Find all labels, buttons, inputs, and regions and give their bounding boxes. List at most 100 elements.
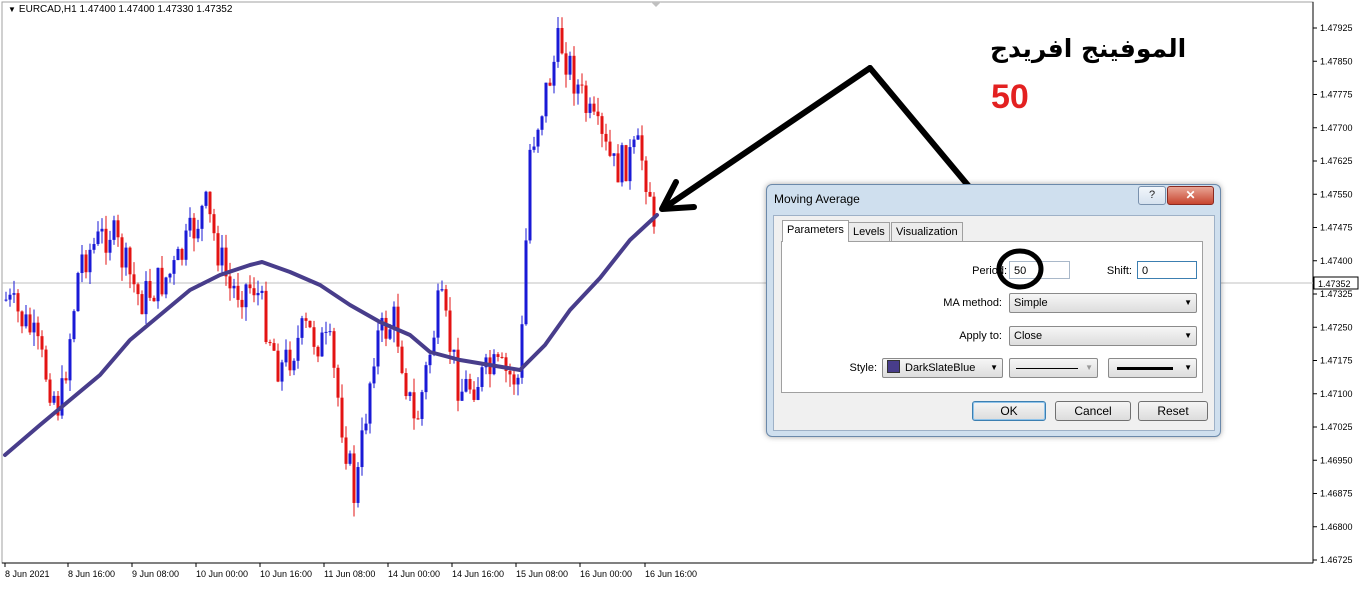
candle-body: [44, 349, 48, 380]
candle-body: [608, 141, 612, 156]
candle-body: [556, 28, 560, 62]
candle-body: [436, 290, 440, 338]
candle-body: [440, 289, 444, 291]
candle-body: [164, 277, 168, 295]
candle-body: [560, 28, 564, 54]
current-price-label: 1.47352: [1318, 279, 1351, 289]
candle-body: [180, 248, 184, 260]
time-tick-label: 9 Jun 08:00: [132, 569, 179, 579]
candle-body: [100, 228, 104, 232]
reset-button[interactable]: Reset: [1138, 401, 1208, 421]
candle-body: [196, 228, 200, 239]
candle-body: [192, 217, 196, 239]
candle-body: [140, 294, 144, 315]
tab-parameters[interactable]: Parameters: [782, 220, 849, 242]
price-tick-label: 1.47025: [1320, 422, 1353, 432]
candle-body: [476, 386, 480, 400]
ma-method-value: Simple: [1014, 297, 1048, 309]
style-color-value: DarkSlateBlue: [905, 362, 976, 374]
candle-body: [12, 293, 16, 295]
candle-body: [248, 284, 252, 289]
candle-body: [516, 377, 520, 385]
ok-button[interactable]: OK: [972, 401, 1046, 421]
candle-body: [568, 55, 572, 75]
candle-body: [448, 310, 452, 352]
candle-body: [384, 317, 388, 339]
candle-body: [24, 314, 28, 327]
price-tick-label: 1.47100: [1320, 389, 1353, 399]
candle-body: [572, 55, 576, 94]
candle-body: [212, 214, 216, 234]
apply-to-select[interactable]: Close ▼: [1009, 326, 1197, 346]
candle-body: [84, 254, 88, 273]
candle-body: [596, 111, 600, 117]
shift-input[interactable]: 0: [1137, 261, 1197, 279]
candle-body: [604, 133, 608, 142]
candle-body: [408, 392, 412, 397]
candle-body: [464, 378, 468, 392]
candle-body: [524, 240, 528, 325]
cancel-button[interactable]: Cancel: [1055, 401, 1131, 421]
candle-body: [28, 314, 32, 333]
style-color-select[interactable]: DarkSlateBlue ▼: [882, 358, 1003, 378]
candle-body: [512, 374, 516, 385]
candle-body: [372, 366, 376, 384]
candle-body: [172, 260, 176, 274]
candle-body: [116, 220, 120, 238]
candle-body: [472, 389, 476, 400]
close-button[interactable]: ✕: [1167, 186, 1214, 205]
period-label: Period:: [972, 265, 1007, 277]
price-axis: 1.47925 1.47850 1.47775 1.47700 1.47625 1.475…: [1313, 23, 1353, 565]
candle-body: [360, 430, 364, 468]
period-input[interactable]: 50: [1009, 261, 1070, 279]
candle-body: [368, 383, 372, 424]
line-width-select[interactable]: ▼: [1108, 358, 1197, 378]
price-tick-label: 1.46875: [1320, 489, 1353, 499]
time-tick-label: 10 Jun 00:00: [196, 569, 248, 579]
candle-body: [88, 249, 92, 273]
tab-visualization[interactable]: Visualization: [891, 222, 963, 241]
candle-body: [624, 145, 628, 182]
candle-body: [208, 191, 212, 215]
candle-body: [444, 289, 448, 311]
chart-menu-icon[interactable]: ▼: [8, 5, 16, 14]
candle-body: [356, 467, 360, 503]
candle-body: [332, 331, 336, 368]
candle-body: [272, 343, 276, 351]
ma-method-select[interactable]: Simple ▼: [1009, 293, 1197, 313]
candle-body: [336, 367, 340, 398]
ma-method-label: MA method:: [943, 297, 1002, 309]
candle-body: [628, 147, 632, 182]
candle-body: [564, 53, 568, 75]
candle-body: [536, 129, 540, 147]
candle-body: [184, 230, 188, 260]
candle-body: [268, 342, 272, 344]
candle-body: [364, 423, 368, 431]
candle-body: [280, 362, 284, 382]
candle-body: [304, 318, 308, 321]
candle-body: [540, 116, 544, 130]
candle-body: [288, 349, 292, 371]
parameters-panel: Period: 50 Shift: 0 MA method: Simple ▼ A…: [781, 241, 1203, 393]
candle-body: [388, 329, 392, 339]
period-annotation: 50: [991, 78, 1029, 116]
candle-body: [220, 247, 224, 266]
candle-body: [300, 318, 304, 338]
time-tick-label: 14 Jun 16:00: [452, 569, 504, 579]
tab-levels[interactable]: Levels: [848, 222, 890, 241]
candle-body: [320, 332, 324, 357]
candle-body: [40, 336, 44, 350]
candle-body: [496, 354, 500, 357]
help-button[interactable]: ?: [1138, 186, 1166, 205]
line-style-select[interactable]: ▼: [1009, 358, 1098, 378]
chevron-down-icon: ▼: [990, 363, 998, 372]
candle-body: [236, 285, 240, 300]
candle-body: [240, 299, 244, 308]
candle-body: [176, 248, 180, 261]
candle-body: [584, 85, 588, 113]
candle-body: [168, 273, 172, 278]
style-label: Style:: [849, 362, 877, 374]
time-tick-label: 8 Jun 2021: [5, 569, 50, 579]
candle-body: [352, 453, 356, 503]
candle-body: [312, 327, 316, 347]
